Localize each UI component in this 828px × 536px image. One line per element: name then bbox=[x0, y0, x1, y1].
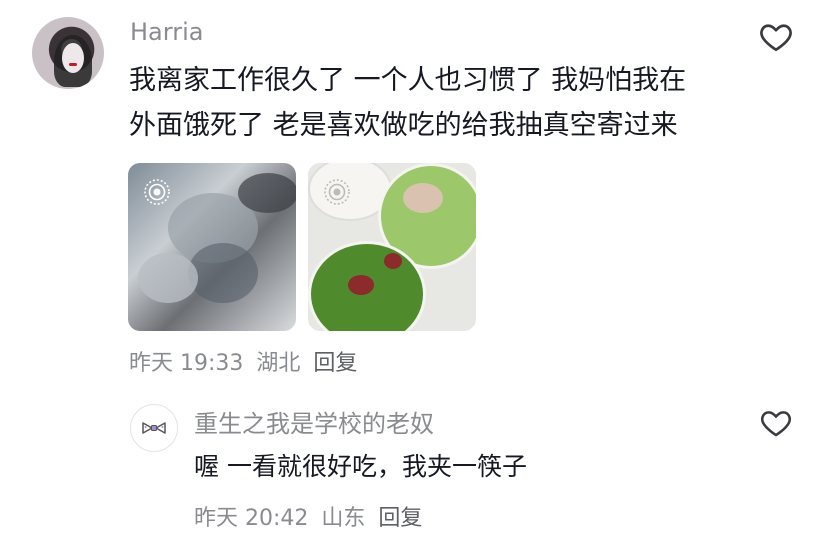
comment-text-line-2: 外面饿死了 老是喜欢做吃的给我抽真空寄过来 bbox=[129, 110, 678, 141]
reply-button[interactable]: 回复 bbox=[313, 351, 357, 376]
reply-meta: 昨天 20:42 山东 回复 bbox=[194, 500, 428, 532]
avatar-face bbox=[62, 43, 84, 73]
heart-outline-icon[interactable] bbox=[759, 406, 793, 440]
commenter-avatar[interactable] bbox=[32, 17, 104, 89]
reply-reply-button[interactable]: 回复 bbox=[378, 506, 422, 531]
reply-time: 昨天 20:42 bbox=[194, 506, 309, 531]
live-photo-icon bbox=[144, 179, 170, 205]
comment-text: 我离家工作很久了 一个人也习惯了 我妈怕我在 外面饿死了 老是喜欢做吃的给我抽真… bbox=[129, 58, 729, 148]
bow-icon bbox=[142, 422, 166, 434]
comment-text-line-1: 我离家工作很久了 一个人也习惯了 我妈怕我在 bbox=[129, 65, 687, 96]
comment-photo-2[interactable] bbox=[308, 163, 476, 331]
reply-username[interactable]: 重生之我是学校的老奴 bbox=[194, 404, 434, 439]
avatar-lips bbox=[69, 63, 77, 66]
photo-detail bbox=[238, 173, 296, 213]
comment-meta: 昨天 19:33 湖北 回复 bbox=[129, 345, 363, 377]
heart-outline-icon[interactable] bbox=[758, 19, 794, 55]
comment-time: 昨天 19:33 bbox=[129, 351, 244, 376]
reply-location: 山东 bbox=[321, 506, 366, 531]
photo-detail bbox=[348, 275, 374, 295]
comment-username[interactable]: Harria bbox=[130, 18, 203, 46]
photo-detail bbox=[403, 183, 443, 213]
reply-text: 喔 一看就很好吃，我夹一筷子 bbox=[194, 452, 527, 481]
photo-detail bbox=[138, 253, 198, 303]
photo-detail bbox=[384, 253, 402, 269]
comment-photo-1[interactable] bbox=[128, 163, 296, 331]
live-photo-icon bbox=[324, 179, 350, 205]
reply-avatar[interactable] bbox=[130, 404, 178, 452]
photo-detail bbox=[188, 243, 258, 303]
comment-location: 湖北 bbox=[256, 351, 301, 376]
